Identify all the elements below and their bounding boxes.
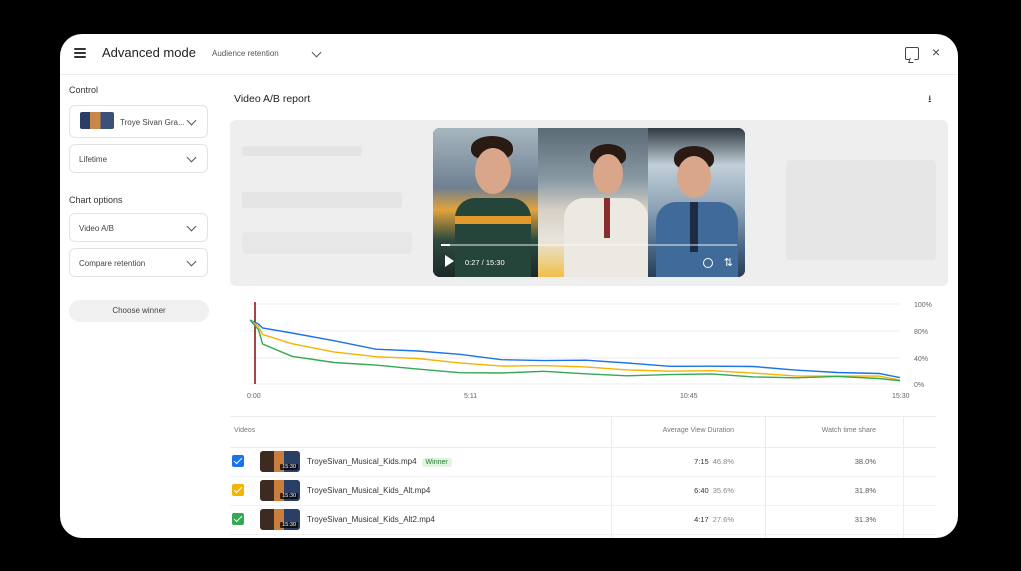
- results-table: Videos Average View Duration Watch time …: [230, 416, 936, 535]
- avd-value: 7:15: [694, 457, 709, 466]
- audience-dropdown-label[interactable]: Audience retention: [212, 49, 279, 58]
- table-header: Videos Average View Duration Watch time …: [230, 416, 936, 448]
- y-tick-label: 80%: [914, 329, 928, 336]
- period-select-value: Lifetime: [79, 155, 108, 164]
- advanced-mode-window: Advanced mode Audience retention × Contr…: [60, 34, 958, 538]
- chevron-down-icon: [186, 115, 197, 126]
- header-videos: Videos: [234, 427, 256, 434]
- video-select[interactable]: Troye Sivan Gra...: [69, 105, 208, 138]
- y-tick-label: 100%: [914, 302, 932, 309]
- retention-line-3: [249, 319, 901, 382]
- period-select[interactable]: Lifetime: [69, 144, 208, 173]
- table-row[interactable]: 15:30 TroyeSivan_Musical_Kids_Alt2.mp4 4:1…: [230, 506, 936, 535]
- table-row[interactable]: 15:30 TroyeSivan_Musical_Kids_Alt.mp4 6:40…: [230, 477, 936, 506]
- avd-cell: 7:15 46.8%: [650, 457, 734, 466]
- watch-time-share: 31.8%: [854, 486, 876, 495]
- winner-badge: Winner: [421, 458, 452, 467]
- video-filename: TroyeSivan_Musical_Kids.mp4: [307, 457, 417, 466]
- avd-percent: 46.8%: [712, 457, 734, 466]
- chart-type-value: Video A/B: [79, 224, 114, 233]
- select-checkbox[interactable]: [232, 455, 244, 467]
- video-thumbnail: 15:30: [260, 509, 300, 530]
- video-name: TroyeSivan_Musical_Kids.mp4 Winner: [307, 457, 452, 467]
- watch-time-share: 38.0%: [854, 457, 876, 466]
- video-filename: TroyeSivan_Musical_Kids_Alt2.mp4: [307, 515, 435, 524]
- chevron-down-icon[interactable]: [311, 47, 322, 58]
- avd-value: 6:40: [694, 486, 709, 495]
- y-tick-label: 40%: [914, 356, 928, 363]
- video-player[interactable]: 0:27 / 15:30 ⇅: [433, 128, 745, 277]
- select-checkbox[interactable]: [232, 484, 244, 496]
- video-duration: 15:30: [280, 522, 298, 528]
- table-row[interactable]: 15:30 TroyeSivan_Musical_Kids.mp4 Winner 7:…: [230, 448, 936, 477]
- avd-percent: 35.6%: [712, 486, 734, 495]
- x-tick-label: 0:00: [247, 393, 261, 400]
- x-tick-label: 5:11: [464, 393, 477, 400]
- x-tick-label: 10:45: [680, 393, 698, 400]
- avd-percent: 27.6%: [712, 515, 734, 524]
- chevron-down-icon: [186, 221, 197, 232]
- avd-value: 4:17: [694, 515, 709, 524]
- top-bar: Advanced mode Audience retention ×: [60, 34, 958, 75]
- download-icon[interactable]: ⭳: [928, 92, 932, 109]
- choose-winner-button[interactable]: Choose winner: [69, 300, 209, 322]
- video-thumbnail: 15:30: [260, 480, 300, 501]
- video-clip-c: [648, 128, 745, 277]
- video-name: TroyeSivan_Musical_Kids_Alt2.mp4: [307, 515, 435, 524]
- watch-time-share: 31.3%: [854, 515, 876, 524]
- retention-line-1: [249, 319, 901, 379]
- report-title: Video A/B report: [234, 93, 311, 105]
- settings-icon[interactable]: [703, 258, 713, 268]
- play-icon[interactable]: [445, 255, 454, 267]
- video-thumbnail: [80, 112, 114, 129]
- x-tick-label: 15:30: [892, 393, 910, 400]
- menu-icon[interactable]: [74, 48, 86, 58]
- video-name: TroyeSivan_Musical_Kids_Alt.mp4: [307, 486, 430, 495]
- header-watch-time: Watch time share: [821, 427, 876, 434]
- y-tick-label: 0%: [914, 382, 924, 389]
- video-duration: 15:30: [280, 493, 298, 499]
- select-checkbox[interactable]: [232, 513, 244, 525]
- retention-chart: 100% 80% 40% 0% 0:00 5:11 10:45 15:30: [247, 302, 932, 400]
- avd-cell: 6:40 35.6%: [650, 486, 734, 495]
- compare-select-value: Compare retention: [79, 259, 146, 268]
- page-title: Advanced mode: [102, 45, 196, 60]
- compare-select[interactable]: Compare retention: [69, 248, 208, 277]
- video-time: 0:27 / 15:30: [465, 258, 505, 267]
- chart-options-label: Chart options: [69, 195, 123, 205]
- control-label: Control: [69, 85, 99, 95]
- video-clip-b: [538, 128, 648, 277]
- chart-type-select[interactable]: Video A/B: [69, 213, 208, 242]
- video-progress-bar[interactable]: [441, 244, 737, 246]
- video-select-value: Troye Sivan Gra...: [120, 118, 185, 127]
- chevron-down-icon: [186, 152, 197, 163]
- feedback-icon[interactable]: [905, 47, 919, 60]
- close-icon[interactable]: ×: [932, 45, 940, 59]
- video-duration: 15:30: [280, 464, 298, 470]
- video-thumbnail: 15:30: [260, 451, 300, 472]
- chevron-down-icon: [186, 256, 197, 267]
- swap-icon[interactable]: ⇅: [724, 257, 733, 269]
- video-filename: TroyeSivan_Musical_Kids_Alt.mp4: [307, 486, 431, 495]
- header-avd: Average View Duration: [662, 427, 734, 434]
- avd-cell: 4:17 27.6%: [650, 515, 734, 524]
